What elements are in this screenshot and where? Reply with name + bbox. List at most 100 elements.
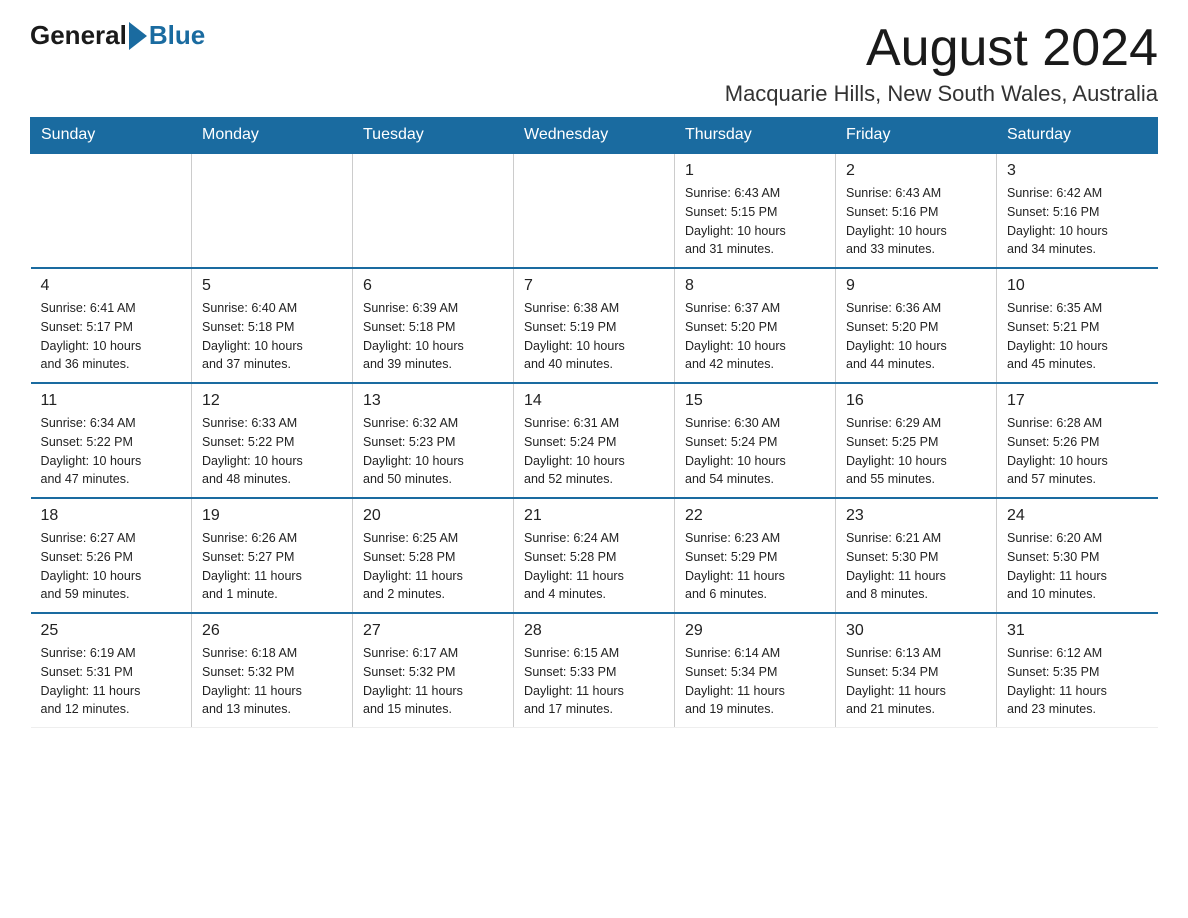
day-number: 25	[41, 622, 182, 640]
empty-cell	[353, 153, 514, 268]
weekday-header-tuesday: Tuesday	[353, 118, 514, 154]
calendar-day-cell: 11 Sunrise: 6:34 AM Sunset: 5:22 PM Dayli…	[31, 383, 192, 498]
calendar-day-cell: 14 Sunrise: 6:31 AM Sunset: 5:24 PM Dayli…	[514, 383, 675, 498]
calendar-week-row: 25 Sunrise: 6:19 AM Sunset: 5:31 PM Dayli…	[31, 613, 1158, 728]
calendar-day-cell: 21 Sunrise: 6:24 AM Sunset: 5:28 PM Dayli…	[514, 498, 675, 613]
calendar-day-cell: 24 Sunrise: 6:20 AM Sunset: 5:30 PM Dayli…	[997, 498, 1158, 613]
day-number: 15	[685, 392, 825, 410]
calendar-day-cell: 1 Sunrise: 6:43 AM Sunset: 5:15 PM Daylig…	[675, 153, 836, 268]
day-sun-info: Sunrise: 6:35 AM Sunset: 5:21 PM Dayligh…	[1007, 299, 1148, 374]
calendar-day-cell: 17 Sunrise: 6:28 AM Sunset: 5:26 PM Dayli…	[997, 383, 1158, 498]
calendar-week-row: 18 Sunrise: 6:27 AM Sunset: 5:26 PM Dayli…	[31, 498, 1158, 613]
day-number: 7	[524, 277, 664, 295]
page-header: General Blue August 2024 Macquarie Hills…	[30, 20, 1158, 107]
day-number: 18	[41, 507, 182, 525]
logo-arrow-icon	[129, 22, 147, 50]
calendar-week-row: 4 Sunrise: 6:41 AM Sunset: 5:17 PM Daylig…	[31, 268, 1158, 383]
day-sun-info: Sunrise: 6:38 AM Sunset: 5:19 PM Dayligh…	[524, 299, 664, 374]
calendar-day-cell: 26 Sunrise: 6:18 AM Sunset: 5:32 PM Dayli…	[192, 613, 353, 728]
day-number: 11	[41, 392, 182, 410]
calendar-day-cell: 6Sunrise: 6:39 AM Sunset: 5:18 PM Daylig…	[353, 268, 514, 383]
day-number: 13	[363, 392, 503, 410]
day-sun-info: Sunrise: 6:41 AM Sunset: 5:17 PM Dayligh…	[41, 299, 182, 374]
calendar-week-row: 11 Sunrise: 6:34 AM Sunset: 5:22 PM Dayli…	[31, 383, 1158, 498]
day-sun-info: Sunrise: 6:25 AM Sunset: 5:28 PM Dayligh…	[363, 529, 503, 604]
weekday-header-friday: Friday	[836, 118, 997, 154]
day-number: 30	[846, 622, 986, 640]
day-number: 9	[846, 277, 986, 295]
calendar-day-cell: 27 Sunrise: 6:17 AM Sunset: 5:32 PM Dayli…	[353, 613, 514, 728]
day-sun-info: Sunrise: 6:43 AM Sunset: 5:15 PM Dayligh…	[685, 184, 825, 259]
calendar-day-cell: 28 Sunrise: 6:15 AM Sunset: 5:33 PM Dayli…	[514, 613, 675, 728]
day-number: 1	[685, 162, 825, 180]
day-sun-info: Sunrise: 6:37 AM Sunset: 5:20 PM Dayligh…	[685, 299, 825, 374]
day-sun-info: Sunrise: 6:18 AM Sunset: 5:32 PM Dayligh…	[202, 644, 342, 719]
day-number: 16	[846, 392, 986, 410]
calendar-table: SundayMondayTuesdayWednesdayThursdayFrid…	[30, 117, 1158, 728]
day-number: 8	[685, 277, 825, 295]
calendar-day-cell: 12Sunrise: 6:33 AM Sunset: 5:22 PM Dayli…	[192, 383, 353, 498]
calendar-day-cell: 4 Sunrise: 6:41 AM Sunset: 5:17 PM Daylig…	[31, 268, 192, 383]
calendar-day-cell: 31 Sunrise: 6:12 AM Sunset: 5:35 PM Dayli…	[997, 613, 1158, 728]
day-sun-info: Sunrise: 6:15 AM Sunset: 5:33 PM Dayligh…	[524, 644, 664, 719]
title-area: August 2024 Macquarie Hills, New South W…	[725, 20, 1158, 107]
logo: General Blue	[30, 20, 205, 51]
day-sun-info: Sunrise: 6:28 AM Sunset: 5:26 PM Dayligh…	[1007, 414, 1148, 489]
calendar-day-cell: 7 Sunrise: 6:38 AM Sunset: 5:19 PM Daylig…	[514, 268, 675, 383]
day-number: 26	[202, 622, 342, 640]
calendar-day-cell: 3 Sunrise: 6:42 AM Sunset: 5:16 PM Daylig…	[997, 153, 1158, 268]
calendar-day-cell: 16Sunrise: 6:29 AM Sunset: 5:25 PM Dayli…	[836, 383, 997, 498]
day-sun-info: Sunrise: 6:14 AM Sunset: 5:34 PM Dayligh…	[685, 644, 825, 719]
calendar-day-cell: 5Sunrise: 6:40 AM Sunset: 5:18 PM Daylig…	[192, 268, 353, 383]
day-number: 31	[1007, 622, 1148, 640]
calendar-day-cell: 25 Sunrise: 6:19 AM Sunset: 5:31 PM Dayli…	[31, 613, 192, 728]
weekday-header-row: SundayMondayTuesdayWednesdayThursdayFrid…	[31, 118, 1158, 154]
day-number: 17	[1007, 392, 1148, 410]
day-sun-info: Sunrise: 6:34 AM Sunset: 5:22 PM Dayligh…	[41, 414, 182, 489]
day-number: 20	[363, 507, 503, 525]
day-number: 22	[685, 507, 825, 525]
day-sun-info: Sunrise: 6:42 AM Sunset: 5:16 PM Dayligh…	[1007, 184, 1148, 259]
empty-cell	[514, 153, 675, 268]
day-number: 27	[363, 622, 503, 640]
calendar-day-cell: 22 Sunrise: 6:23 AM Sunset: 5:29 PM Dayli…	[675, 498, 836, 613]
day-sun-info: Sunrise: 6:21 AM Sunset: 5:30 PM Dayligh…	[846, 529, 986, 604]
day-sun-info: Sunrise: 6:12 AM Sunset: 5:35 PM Dayligh…	[1007, 644, 1148, 719]
day-number: 28	[524, 622, 664, 640]
weekday-header-saturday: Saturday	[997, 118, 1158, 154]
day-sun-info: Sunrise: 6:26 AM Sunset: 5:27 PM Dayligh…	[202, 529, 342, 604]
day-sun-info: Sunrise: 6:31 AM Sunset: 5:24 PM Dayligh…	[524, 414, 664, 489]
calendar-day-cell: 9Sunrise: 6:36 AM Sunset: 5:20 PM Daylig…	[836, 268, 997, 383]
day-sun-info: Sunrise: 6:19 AM Sunset: 5:31 PM Dayligh…	[41, 644, 182, 719]
day-number: 21	[524, 507, 664, 525]
day-number: 3	[1007, 162, 1148, 180]
weekday-header-thursday: Thursday	[675, 118, 836, 154]
day-number: 14	[524, 392, 664, 410]
day-sun-info: Sunrise: 6:39 AM Sunset: 5:18 PM Dayligh…	[363, 299, 503, 374]
calendar-day-cell: 18 Sunrise: 6:27 AM Sunset: 5:26 PM Dayli…	[31, 498, 192, 613]
day-number: 19	[202, 507, 342, 525]
day-sun-info: Sunrise: 6:43 AM Sunset: 5:16 PM Dayligh…	[846, 184, 986, 259]
day-number: 23	[846, 507, 986, 525]
day-sun-info: Sunrise: 6:27 AM Sunset: 5:26 PM Dayligh…	[41, 529, 182, 604]
empty-cell	[192, 153, 353, 268]
calendar-day-cell: 23 Sunrise: 6:21 AM Sunset: 5:30 PM Dayli…	[836, 498, 997, 613]
day-sun-info: Sunrise: 6:13 AM Sunset: 5:34 PM Dayligh…	[846, 644, 986, 719]
month-year-title: August 2024	[725, 20, 1158, 77]
day-sun-info: Sunrise: 6:23 AM Sunset: 5:29 PM Dayligh…	[685, 529, 825, 604]
calendar-day-cell: 2Sunrise: 6:43 AM Sunset: 5:16 PM Daylig…	[836, 153, 997, 268]
day-sun-info: Sunrise: 6:20 AM Sunset: 5:30 PM Dayligh…	[1007, 529, 1148, 604]
calendar-day-cell: 29 Sunrise: 6:14 AM Sunset: 5:34 PM Dayli…	[675, 613, 836, 728]
day-sun-info: Sunrise: 6:24 AM Sunset: 5:28 PM Dayligh…	[524, 529, 664, 604]
day-number: 4	[41, 277, 182, 295]
calendar-day-cell: 19 Sunrise: 6:26 AM Sunset: 5:27 PM Dayli…	[192, 498, 353, 613]
location-subtitle: Macquarie Hills, New South Wales, Austra…	[725, 81, 1158, 107]
day-number: 10	[1007, 277, 1148, 295]
day-number: 24	[1007, 507, 1148, 525]
day-sun-info: Sunrise: 6:17 AM Sunset: 5:32 PM Dayligh…	[363, 644, 503, 719]
weekday-header-monday: Monday	[192, 118, 353, 154]
day-sun-info: Sunrise: 6:32 AM Sunset: 5:23 PM Dayligh…	[363, 414, 503, 489]
day-sun-info: Sunrise: 6:33 AM Sunset: 5:22 PM Dayligh…	[202, 414, 342, 489]
day-sun-info: Sunrise: 6:30 AM Sunset: 5:24 PM Dayligh…	[685, 414, 825, 489]
day-number: 29	[685, 622, 825, 640]
